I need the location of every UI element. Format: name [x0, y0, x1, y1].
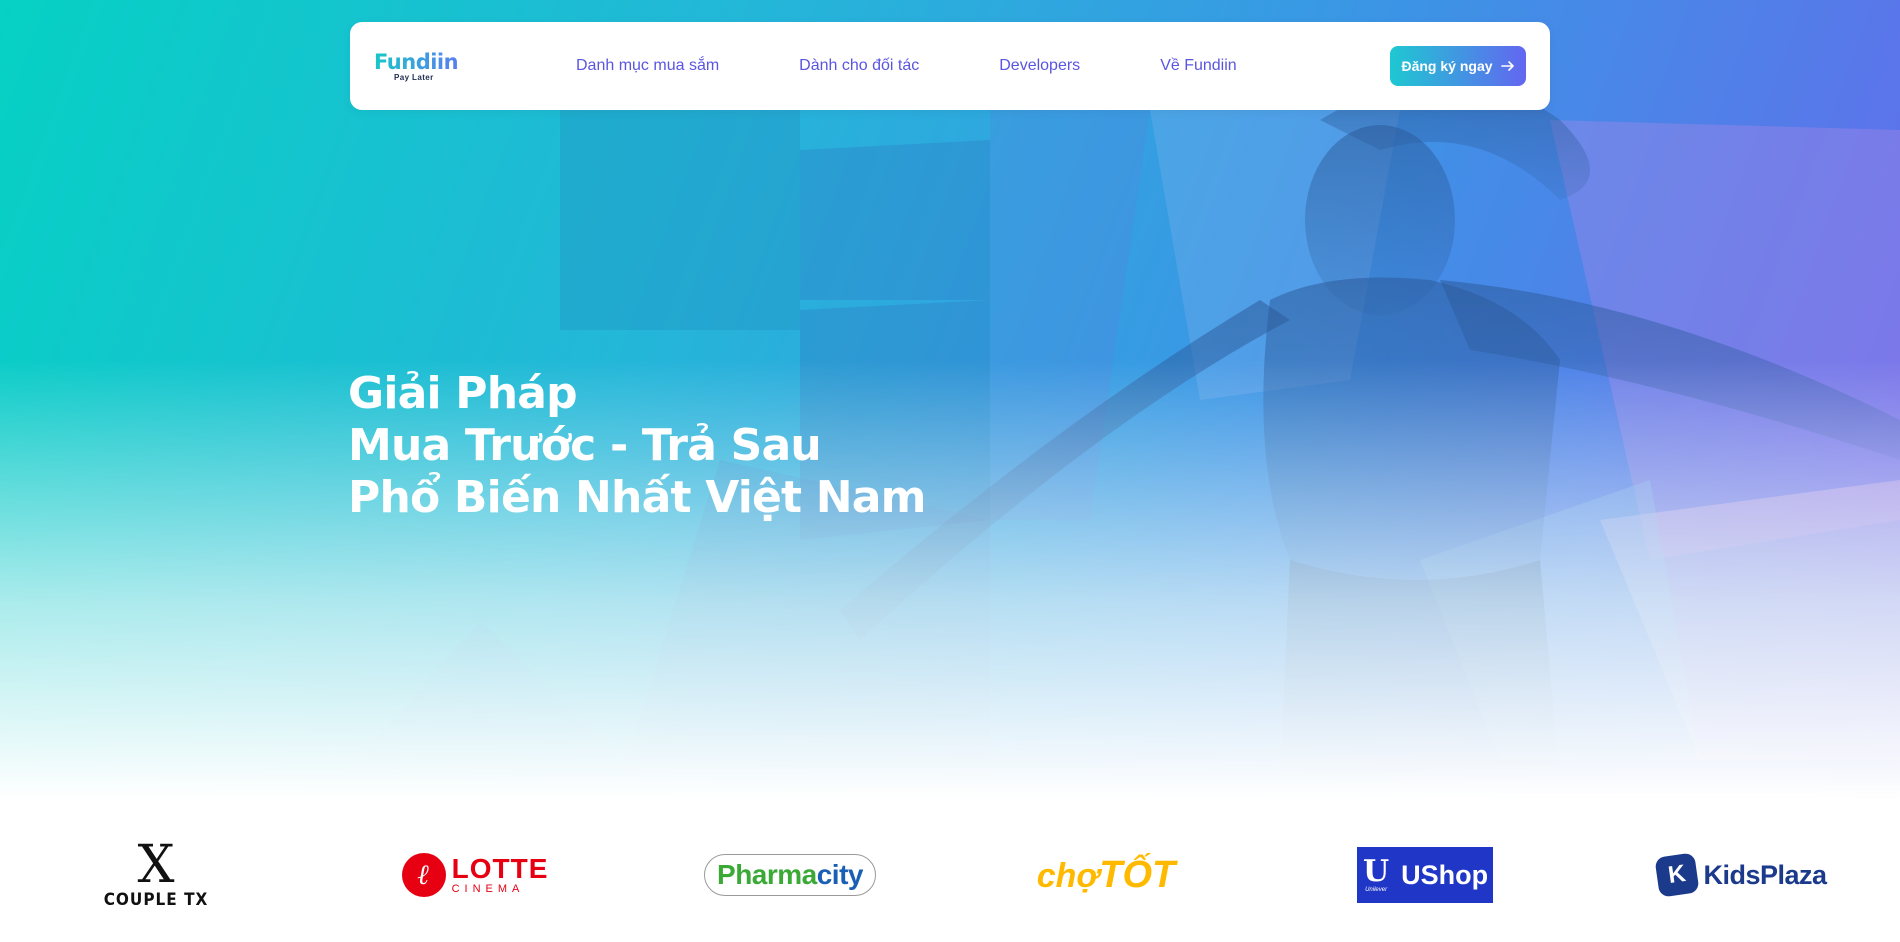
nav-link-developers[interactable]: Developers [999, 57, 1080, 75]
kidsplaza-wordmark: KidsPlaza [1703, 859, 1827, 890]
headline-line-3: Phổ Biến Nhất Việt Nam [348, 472, 927, 523]
chotot-part1: chợ [1036, 856, 1100, 895]
pharmacity-part1: Pharma [717, 859, 817, 890]
main-menu: Danh mục mua sắm Dành cho đối tác Develo… [576, 57, 1237, 75]
couple-tx-wordmark: COUPLE TX [103, 890, 209, 910]
fundiin-logo[interactable]: Fundiin Pay Later [374, 51, 460, 82]
ushop-wordmark: UShop [1401, 859, 1489, 890]
nav-link-about[interactable]: Về Fundiin [1160, 57, 1237, 75]
logo-wordmark: Fundiin [374, 49, 459, 74]
unilever-icon: U [1363, 854, 1390, 889]
unilever-label: Unilever [1365, 887, 1388, 893]
hero-headline: Giải Pháp Mua Trước - Trả Sau Phổ Biến N… [348, 368, 927, 524]
headline-line-1: Giải Pháp [348, 368, 578, 419]
lotte-wordmark: LOTTE [451, 853, 549, 884]
partner-logo-pharmacity[interactable]: Pharma city [704, 820, 876, 930]
register-button-label: Đăng ký ngay [1401, 58, 1493, 74]
lotte-emblem-icon: ℓ [401, 853, 446, 897]
pharmacity-part2: city [816, 859, 864, 890]
kidsplaza-icon: K [1654, 852, 1701, 898]
partner-logo-chotot[interactable]: chợ TỐT [1036, 820, 1176, 930]
hero-banner [0, 0, 1900, 800]
nav-link-for-partners[interactable]: Dành cho đối tác [799, 57, 919, 75]
nav-link-shopping-categories[interactable]: Danh mục mua sắm [576, 57, 719, 75]
logo-tagline: Pay Later [394, 72, 434, 82]
hero-bottom-fade [0, 360, 1900, 800]
headline-line-2: Mua Trước - Trả Sau [348, 420, 822, 471]
partner-logo-couple-tx[interactable]: X COUPLE TX [96, 820, 216, 930]
top-navigation: Fundiin Pay Later Danh mục mua sắm Dành … [350, 22, 1550, 110]
partner-logo-kidsplaza[interactable]: K KidsPlaza [1652, 820, 1832, 930]
register-button[interactable]: Đăng ký ngay [1390, 46, 1526, 86]
partner-logo-lotte-cinema[interactable]: ℓ LOTTE CINEMA [400, 820, 550, 930]
lotte-subtitle: CINEMA [451, 883, 525, 895]
partner-logos: X COUPLE TX ℓ LOTTE CINEMA Pharma city c… [0, 820, 1900, 930]
chotot-part2: TỐT [1099, 853, 1176, 896]
couple-tx-mark: X [137, 835, 175, 895]
arrow-right-icon [1500, 61, 1514, 71]
partner-logo-ushop[interactable]: U Unilever UShop [1356, 820, 1494, 930]
